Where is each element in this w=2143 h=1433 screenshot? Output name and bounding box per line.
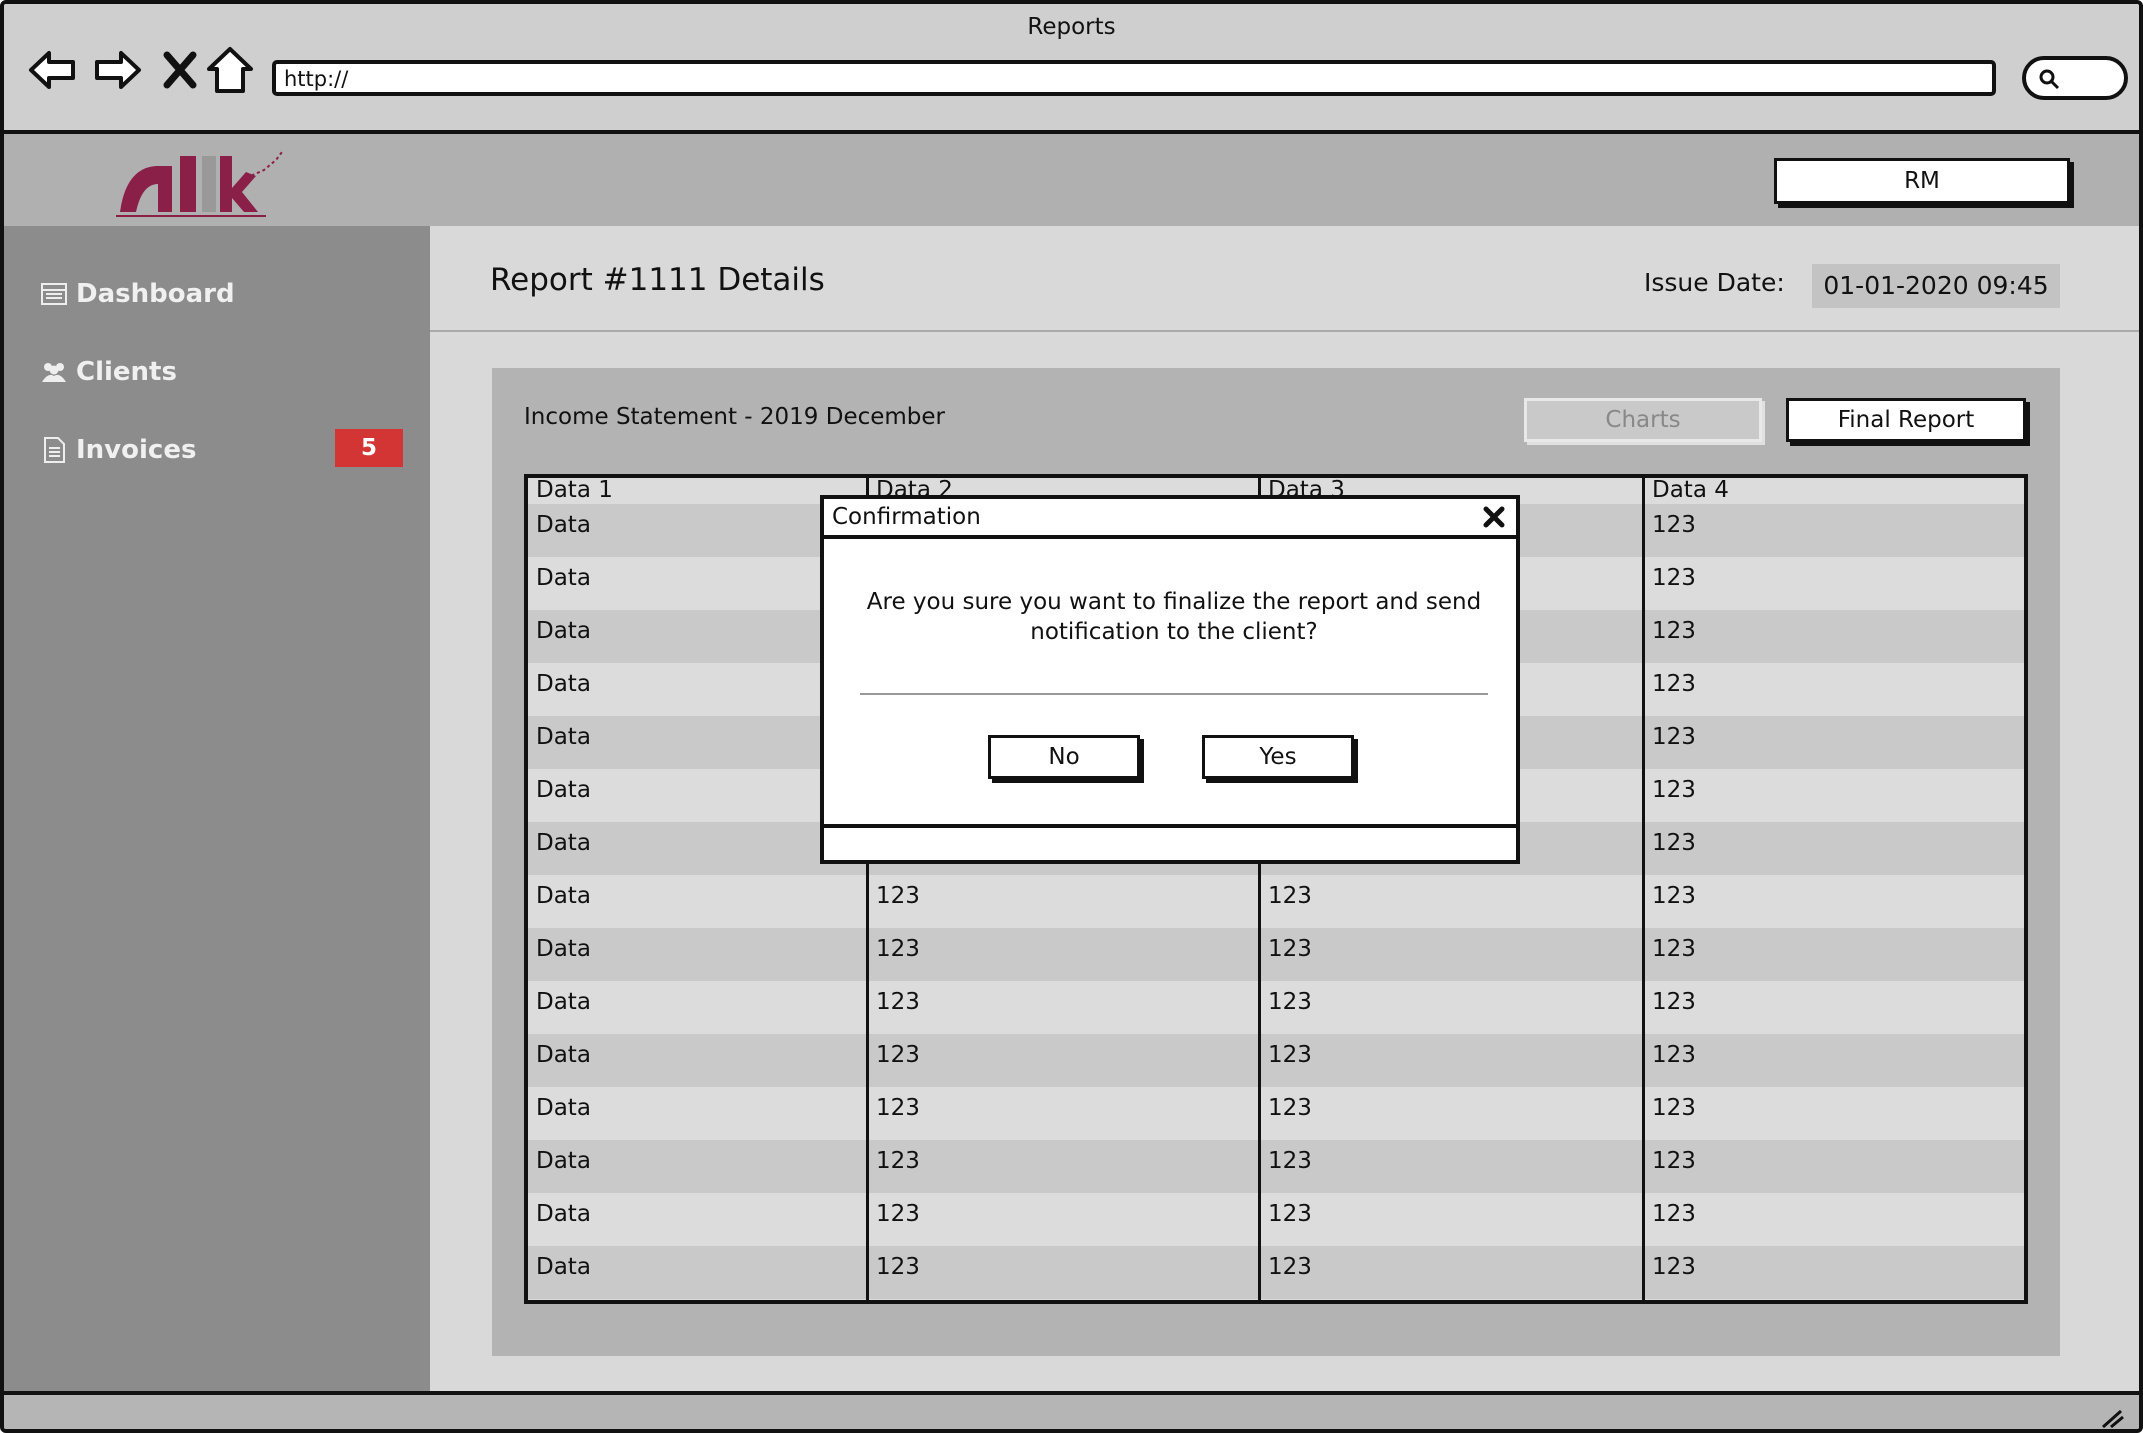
table-cell: 123 bbox=[1652, 512, 1696, 538]
table-cell: 123 bbox=[1652, 618, 1696, 644]
confirmation-dialog: Confirmation Are you sure you want to fi… bbox=[820, 495, 1520, 864]
table-cell: 123 bbox=[1652, 1095, 1696, 1121]
column-header[interactable]: Data 4 bbox=[1644, 478, 2024, 504]
sidebar: Dashboard Clients Invoices 5 bbox=[4, 226, 430, 1391]
table-cell: Data bbox=[536, 883, 591, 909]
table-cell: 123 bbox=[876, 1148, 920, 1174]
table-cell: 123 bbox=[1652, 883, 1696, 909]
column-header[interactable]: Data 1 bbox=[528, 478, 868, 504]
dialog-footer-divider bbox=[824, 824, 1516, 828]
search-icon bbox=[2039, 69, 2060, 90]
table-cell: 123 bbox=[1652, 1042, 1696, 1068]
resize-grip-icon[interactable] bbox=[2099, 1407, 2125, 1429]
company-logo[interactable] bbox=[116, 148, 286, 218]
browser-chrome: Reports http:// bbox=[4, 4, 2139, 134]
table-cell: 123 bbox=[876, 936, 920, 962]
table-row[interactable]: Data 123 123 123 bbox=[528, 928, 2024, 981]
page-title: Report #1111 Details bbox=[490, 262, 825, 298]
table-cell: 123 bbox=[876, 989, 920, 1015]
table-cell: 123 bbox=[1268, 1042, 1312, 1068]
close-icon[interactable] bbox=[1480, 503, 1508, 531]
table-cell: 123 bbox=[1652, 989, 1696, 1015]
final-report-button[interactable]: Final Report bbox=[1786, 398, 2026, 442]
table-row[interactable]: Data 123 123 123 bbox=[528, 1034, 2024, 1087]
dialog-title: Confirmation bbox=[824, 499, 1516, 539]
invoices-count-badge: 5 bbox=[335, 429, 403, 467]
sidebar-item-label: Dashboard bbox=[76, 279, 235, 309]
user-menu-button[interactable]: RM bbox=[1774, 158, 2070, 204]
table-cell: 123 bbox=[1652, 830, 1696, 856]
table-row[interactable]: Data 123 123 123 bbox=[528, 981, 2024, 1034]
app-header: RM bbox=[4, 134, 2139, 226]
column-divider bbox=[1642, 478, 1645, 1300]
table-cell: 123 bbox=[876, 1042, 920, 1068]
table-cell: Data bbox=[536, 1042, 591, 1068]
table-cell: 123 bbox=[1268, 1148, 1312, 1174]
table-cell: Data bbox=[536, 1095, 591, 1121]
forward-arrow-icon[interactable] bbox=[92, 44, 144, 96]
url-input[interactable]: http:// bbox=[272, 60, 1996, 96]
table-cell: 123 bbox=[1652, 565, 1696, 591]
table-cell: 123 bbox=[876, 1254, 920, 1280]
panel-title: Income Statement - 2019 December bbox=[524, 404, 946, 430]
document-icon bbox=[44, 437, 65, 463]
home-icon[interactable] bbox=[204, 44, 256, 96]
dashboard-icon bbox=[41, 283, 67, 305]
sidebar-item-invoices[interactable]: Invoices bbox=[40, 430, 196, 470]
table-cell: Data bbox=[536, 618, 591, 644]
table-cell: 123 bbox=[1652, 1254, 1696, 1280]
sidebar-item-label: Clients bbox=[76, 357, 177, 387]
charts-button[interactable]: Charts bbox=[1524, 398, 1762, 442]
table-cell: Data bbox=[536, 724, 591, 750]
table-cell: 123 bbox=[1652, 1148, 1696, 1174]
dialog-divider bbox=[860, 693, 1488, 695]
sidebar-item-dashboard[interactable]: Dashboard bbox=[40, 274, 235, 314]
table-cell: Data bbox=[536, 1148, 591, 1174]
stop-x-icon[interactable] bbox=[154, 44, 206, 96]
table-cell: 123 bbox=[1652, 1201, 1696, 1227]
table-cell: Data bbox=[536, 1201, 591, 1227]
table-cell: Data bbox=[536, 989, 591, 1015]
table-cell: 123 bbox=[1268, 1201, 1312, 1227]
table-cell: Data bbox=[536, 777, 591, 803]
issue-date-value: 01-01-2020 09:45 bbox=[1812, 264, 2060, 308]
table-row[interactable]: Data 123 123 123 bbox=[528, 1246, 2024, 1299]
table-cell: Data bbox=[536, 671, 591, 697]
table-row[interactable]: Data 123 123 123 bbox=[528, 1087, 2024, 1140]
table-cell: Data bbox=[536, 1254, 591, 1280]
table-cell: 123 bbox=[1652, 724, 1696, 750]
table-cell: 123 bbox=[876, 1095, 920, 1121]
table-cell: Data bbox=[536, 830, 591, 856]
table-cell: 123 bbox=[876, 883, 920, 909]
table-cell: 123 bbox=[1268, 1254, 1312, 1280]
sidebar-item-clients[interactable]: Clients bbox=[40, 352, 177, 392]
sidebar-item-label: Invoices bbox=[76, 435, 197, 465]
table-row[interactable]: Data 123 123 123 bbox=[528, 875, 2024, 928]
table-cell: Data bbox=[536, 512, 591, 538]
no-button[interactable]: No bbox=[988, 735, 1140, 779]
table-cell: Data bbox=[536, 565, 591, 591]
table-cell: 123 bbox=[1268, 1095, 1312, 1121]
table-cell: 123 bbox=[1268, 989, 1312, 1015]
browser-search-button[interactable] bbox=[2022, 56, 2128, 100]
table-row[interactable]: Data 123 123 123 bbox=[528, 1193, 2024, 1246]
table-cell: 123 bbox=[1652, 936, 1696, 962]
table-row[interactable]: Data 123 123 123 bbox=[528, 1140, 2024, 1193]
back-arrow-icon[interactable] bbox=[26, 44, 78, 96]
yes-button[interactable]: Yes bbox=[1202, 735, 1354, 779]
table-cell: 123 bbox=[876, 1201, 920, 1227]
table-cell: 123 bbox=[1268, 936, 1312, 962]
table-cell: Data bbox=[536, 936, 591, 962]
table-cell: 123 bbox=[1652, 777, 1696, 803]
issue-date-label: Issue Date: bbox=[1644, 268, 1785, 297]
browser-window: Reports http:// RM Dashboard Clients Inv… bbox=[0, 0, 2143, 1433]
header-divider bbox=[430, 330, 2139, 332]
dialog-message: Are you sure you want to finalize the re… bbox=[866, 589, 1482, 645]
status-bar bbox=[4, 1391, 2139, 1429]
users-icon bbox=[42, 363, 66, 382]
table-cell: 123 bbox=[1652, 671, 1696, 697]
window-title: Reports bbox=[1027, 14, 1116, 40]
table-cell: 123 bbox=[1268, 883, 1312, 909]
